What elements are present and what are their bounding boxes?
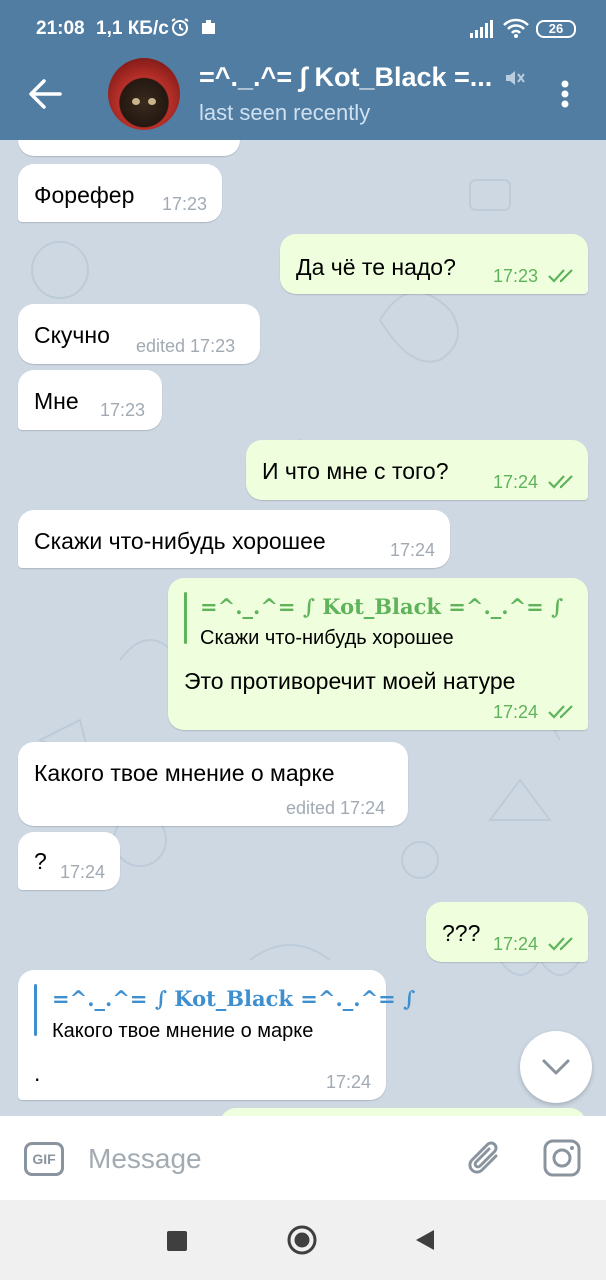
- battery-indicator: 26: [536, 20, 576, 38]
- double-check-icon: [548, 269, 573, 283]
- puzzle-icon: [202, 20, 215, 34]
- message-time: 17:24: [493, 702, 539, 722]
- chat-header: =^._.^= ∫ Kot_Black =... last seen recen…: [0, 48, 606, 140]
- message-list[interactable]: Форефер 17:23 Да чё те надо? 17:23 Скучн…: [0, 140, 606, 1116]
- message-text: .: [34, 1060, 41, 1086]
- message-composer: GIF: [0, 1116, 606, 1200]
- message-time: 17:24: [390, 540, 436, 560]
- avatar-eye-right: [148, 98, 156, 105]
- message-time: edited 17:23: [136, 336, 236, 356]
- scroll-down-button[interactable]: [520, 1031, 592, 1103]
- message-incoming[interactable]: Скажи что-нибудь хорошее 17:24: [18, 510, 450, 568]
- message-outgoing[interactable]: И что мне с того? 17:24: [246, 440, 588, 500]
- muted-speaker-icon: [506, 71, 525, 85]
- message-partial[interactable]: [220, 1108, 586, 1116]
- avatar[interactable]: [108, 58, 180, 130]
- avatar-eye-left: [132, 98, 140, 105]
- reply-text: Скажи что-нибудь хорошее: [200, 627, 454, 649]
- message-time: 17:24: [493, 934, 539, 954]
- gif-button[interactable]: GIF: [24, 1142, 64, 1176]
- reply-bar: [184, 592, 187, 644]
- reply-bar: [34, 984, 37, 1036]
- recent-apps-button[interactable]: [167, 1231, 187, 1251]
- message-outgoing[interactable]: Да чё те надо? 17:23: [280, 234, 588, 294]
- message-incoming-reply[interactable]: =^._.^= ∫ Kot_Black =^._.^= ∫ Какого тво…: [18, 970, 415, 1100]
- message-time: 17:23: [100, 400, 146, 420]
- message-time: 17:24: [60, 862, 106, 882]
- chat-status: last seen recently: [199, 100, 371, 125]
- status-time: 21:08: [36, 18, 85, 39]
- system-nav-bar: [0, 1200, 606, 1280]
- reply-author: =^._.^= ∫ Kot_Black =^._.^= ∫: [52, 986, 416, 1011]
- message-incoming[interactable]: Скучно edited 17:23: [18, 304, 260, 364]
- double-check-icon: [548, 705, 573, 719]
- paperclip-icon[interactable]: [466, 1138, 504, 1180]
- instagram-camera-icon[interactable]: [542, 1138, 582, 1178]
- message-time: edited 17:24: [286, 798, 386, 818]
- vertical-dots-icon[interactable]: [554, 76, 576, 112]
- wifi-icon: [503, 18, 529, 38]
- alarm-icon: [171, 18, 189, 36]
- network-speed: 1,1 КБ/с: [96, 18, 169, 39]
- message-time: 17:23: [162, 194, 208, 214]
- chat-title[interactable]: =^._.^= ∫ Kot_Black =...: [199, 62, 499, 93]
- message-text: Форефер: [34, 182, 135, 208]
- home-button[interactable]: [286, 1224, 318, 1256]
- message-text: Скучно: [34, 322, 110, 348]
- message-outgoing-reply[interactable]: =^._.^= ∫ Kot_Black =^._.^= ∫ Скажи что-…: [168, 578, 588, 730]
- arrow-left-icon[interactable]: [26, 76, 64, 112]
- message-text: ???: [442, 920, 481, 946]
- message-incoming[interactable]: ? 17:24: [18, 832, 120, 890]
- reply-text: Какого твое мнение о марке: [52, 1020, 314, 1042]
- message-incoming[interactable]: Какого твое мнение о марке edited 17:24: [18, 742, 408, 826]
- signal-icon: [470, 20, 493, 38]
- message-text: Какого твое мнение о марке: [34, 760, 335, 786]
- message-time: 17:23: [493, 266, 539, 286]
- double-check-icon: [548, 475, 573, 489]
- reply-author: =^._.^= ∫ Kot_Black =^._.^= ∫: [200, 594, 564, 619]
- message-text: Скажи что-нибудь хорошее: [34, 528, 326, 554]
- message-outgoing[interactable]: ??? 17:24: [426, 902, 588, 962]
- message-time: 17:24: [493, 472, 539, 492]
- message-time: 17:24: [326, 1072, 372, 1092]
- chevron-down-icon: [542, 1059, 570, 1075]
- message-text: И что мне с того?: [262, 458, 449, 484]
- double-check-icon: [548, 937, 573, 951]
- message-input[interactable]: [88, 1138, 438, 1180]
- message-incoming[interactable]: Мне 17:23: [18, 370, 162, 430]
- message-partial[interactable]: [18, 140, 240, 156]
- message-text: Мне: [34, 388, 79, 414]
- back-triangle-icon[interactable]: [414, 1228, 436, 1252]
- message-incoming[interactable]: Форефер 17:23: [18, 164, 222, 222]
- message-text: Да чё те надо?: [296, 254, 456, 280]
- message-text: ?: [34, 848, 47, 874]
- message-text: Это противоречит моей натуре: [184, 668, 516, 694]
- status-bar: 21:08 1,1 КБ/с 26: [0, 0, 606, 48]
